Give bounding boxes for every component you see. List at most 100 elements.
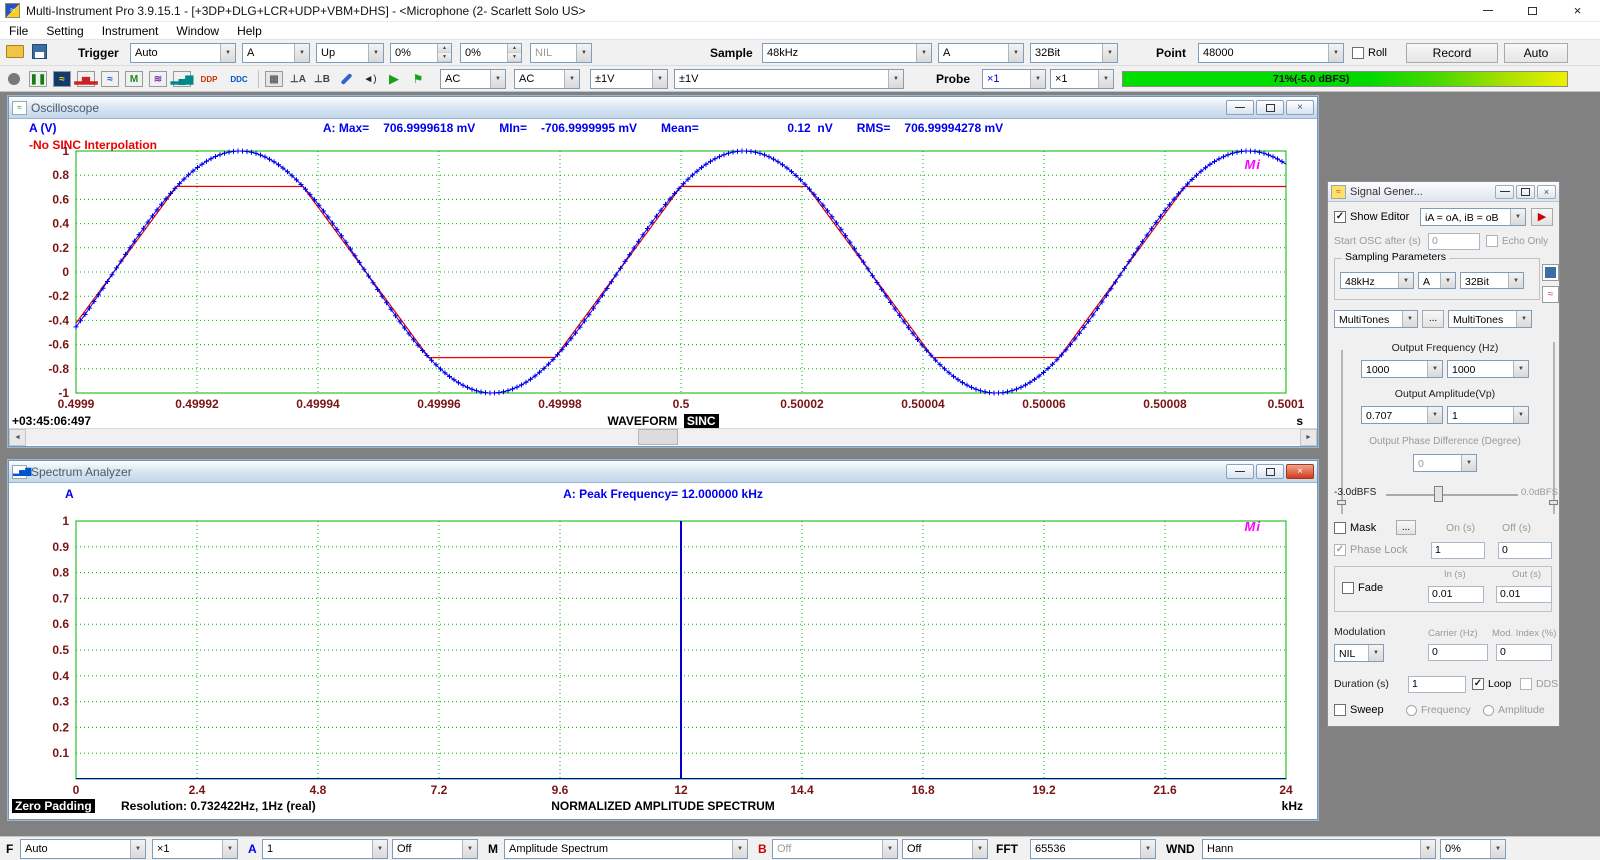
trigger-mode-select[interactable]: Auto▼ [130,43,236,63]
menu-file[interactable]: File [0,23,37,39]
multimeter-view-icon[interactable]: M [124,69,144,89]
close-button[interactable]: × [1286,464,1314,479]
gen-sampling-channel-select[interactable]: A▼ [1418,272,1456,289]
auto-scale-button[interactable]: Auto [1504,43,1568,63]
frequency-a-select[interactable]: 1000▼ [1361,360,1443,378]
record-button[interactable]: Record [1406,43,1498,63]
close-button[interactable]: × [1286,100,1314,115]
speaker-icon[interactable]: ◄) [360,69,380,89]
mask-editor-button[interactable]: ... [1396,520,1416,535]
hold-icon[interactable]: ❚❚ [28,69,48,89]
sampling-channel-select[interactable]: A▼ [938,43,1024,63]
phase-lock-checkbox[interactable]: Phase Lock [1334,544,1407,556]
spin-up-icon[interactable]: ▲ [438,44,451,53]
show-editor-checkbox[interactable]: Show Editor [1334,211,1409,223]
minimize-button[interactable] [1465,0,1510,22]
amplitude-a-select[interactable]: 0.707▼ [1361,406,1443,424]
sampling-bits-select[interactable]: 32Bit▼ [1030,43,1118,63]
routing-select[interactable]: iA = oA, iB = oB▼ [1420,208,1526,226]
frequency-b-select[interactable]: 1000▼ [1447,360,1529,378]
waveform-editor-button[interactable]: ... [1422,310,1444,328]
scroll-thumb[interactable] [638,429,678,445]
restore-button[interactable] [1256,464,1284,479]
view-mode-select[interactable]: Amplitude Spectrum▼ [504,839,748,859]
trigger-source-select[interactable]: A▼ [242,43,310,63]
slider-handle[interactable] [1549,500,1558,505]
calibration-wrench-icon[interactable] [336,69,356,89]
maximize-button[interactable] [1510,0,1555,22]
loop-checkbox[interactable]: Loop [1472,678,1511,690]
minimize-button[interactable] [1495,185,1514,199]
b-processing-select[interactable]: Off▼ [902,839,988,859]
spectrum-analyzer-view-icon[interactable]: ▂▅▂ [76,69,96,89]
oscilloscope-view-icon[interactable]: ≈ [52,69,72,89]
spectrum-titlebar[interactable]: ▂▅▇ Spectrum Analyzer × [9,461,1317,483]
minimize-button[interactable] [1226,100,1254,115]
save-settings-icon[interactable] [1542,264,1559,281]
coupling-a-select[interactable]: AC▼ [440,69,506,89]
range-b-select[interactable]: ±1V▼ [674,69,904,89]
menu-setting[interactable]: Setting [37,23,92,39]
slider-handle[interactable] [1337,500,1346,505]
freq-multiplier-select[interactable]: ×1▼ [152,839,238,859]
probe-b-select[interactable]: ×1▼ [1050,69,1114,89]
trigger-rejection-select[interactable]: NIL▼ [530,43,592,63]
signal-generator-titlebar[interactable]: ≈ Signal Gener... × [1328,182,1559,202]
waveform-library-icon[interactable]: ≈ [1542,286,1559,303]
overlap-select[interactable]: 0%▼ [1440,839,1506,859]
window-function-select[interactable]: Hann▼ [1202,839,1436,859]
gen-sampling-bits-select[interactable]: 32Bit▼ [1460,272,1524,289]
minimize-button[interactable] [1226,464,1254,479]
titlebar[interactable]: ≈ Multi-Instrument Pro 3.9.15.1 - [+3DP+… [0,0,1600,22]
sweep-amplitude-radio[interactable]: Amplitude [1483,704,1545,716]
b-gain-select[interactable]: Off▼ [772,839,898,859]
record-length-select[interactable]: 48000▼ [1198,43,1344,63]
phase-lock-a-field[interactable]: 1 [1431,542,1485,559]
sampling-rate-select[interactable]: 48kHz▼ [762,43,932,63]
restore-button[interactable] [1516,185,1535,199]
output-level-slider-handle[interactable] [1434,486,1443,502]
generator-play-button[interactable]: ▶ [1531,208,1553,226]
spin-down-icon[interactable]: ▼ [438,53,451,62]
fft-size-select[interactable]: 65536▼ [1030,839,1156,859]
roll-checkbox[interactable]: Roll [1352,47,1387,59]
echo-only-checkbox[interactable]: Echo Only [1486,235,1548,247]
range-a-select[interactable]: ±1V▼ [590,69,668,89]
signal-generator-view-icon[interactable]: ≈ [100,69,120,89]
menu-help[interactable]: Help [228,23,271,39]
scroll-track[interactable] [26,429,1300,445]
spin-up-icon[interactable]: ▲ [508,44,521,53]
scroll-right-icon[interactable]: ► [1300,429,1317,446]
phase-lock-b-field[interactable]: 0 [1498,542,1552,559]
menu-instrument[interactable]: Instrument [93,23,168,39]
coupling-b-select[interactable]: AC▼ [514,69,580,89]
dds-checkbox[interactable]: DDS [1520,678,1558,690]
menu-window[interactable]: Window [167,23,228,39]
trigger-delay-spinner[interactable]: 0%▲▼ [460,43,522,63]
close-button[interactable]: × [1537,185,1556,199]
spectrum-3d-view-icon[interactable]: ≋ [148,69,168,89]
a-processing-select[interactable]: Off▼ [392,839,478,859]
modulation-type-select[interactable]: NIL▼ [1334,644,1384,662]
carrier-field[interactable]: 0 [1428,644,1488,661]
close-button[interactable]: × [1555,0,1600,22]
fade-out-field[interactable]: 0.01 [1496,586,1552,603]
waveform-a-select[interactable]: MultiTones▼ [1334,310,1418,328]
restore-button[interactable] [1256,100,1284,115]
marker-b-icon[interactable]: ⊥B [312,69,332,89]
start-osc-field[interactable]: 0 [1428,233,1480,250]
amplitude-b-select[interactable]: 1▼ [1447,406,1529,424]
play-icon[interactable]: ▶ [384,69,404,89]
mask-checkbox[interactable]: Mask [1334,522,1376,534]
oscilloscope-titlebar[interactable]: ≈ Oscilloscope × [9,97,1317,119]
marker-a-icon[interactable]: ⊥A [288,69,308,89]
data-logger-view-icon[interactable]: ▂▄▆ [172,69,192,89]
mod-index-field[interactable]: 0 [1496,644,1552,661]
freq-display-mode-select[interactable]: Auto▼ [20,839,146,859]
oscilloscope-hscrollbar[interactable]: ◄ ► [9,428,1317,445]
probe-a-select[interactable]: ×1▼ [982,69,1046,89]
trigger-level-spinner[interactable]: 0%▲▼ [390,43,452,63]
gen-sampling-rate-select[interactable]: 48kHz▼ [1340,272,1414,289]
device-test-plan-icon[interactable]: ▦ [264,69,284,89]
fade-checkbox[interactable]: Fade [1342,582,1383,594]
